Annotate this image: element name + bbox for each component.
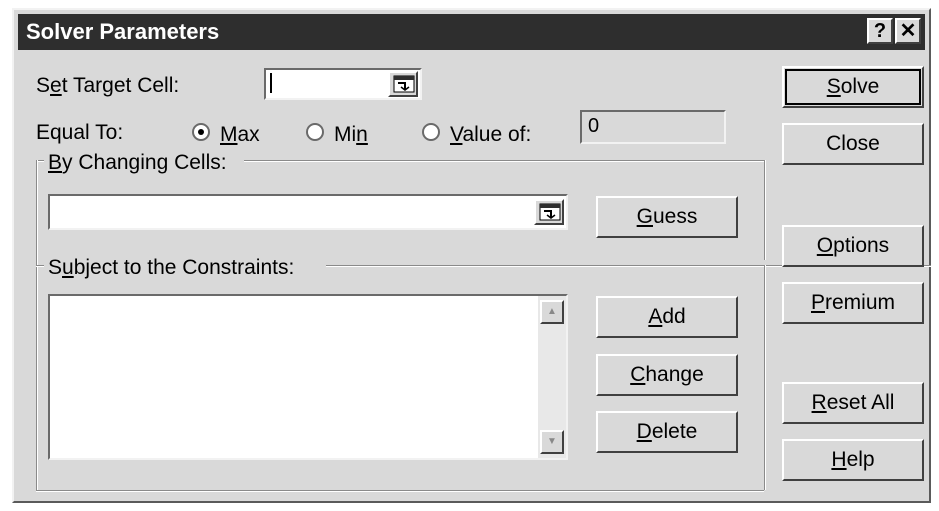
solve-button[interactable]: Solve: [782, 66, 924, 108]
equal-to-label: Equal To:: [36, 121, 124, 144]
delete-button[interactable]: Delete: [596, 411, 738, 453]
solver-parameters-dialog: Solver Parameters ? ✕ Set Target Cell: E…: [12, 8, 931, 503]
value-of-label[interactable]: Value of:: [450, 123, 531, 147]
constraints-scrollbar[interactable]: ▲ ▼: [538, 296, 566, 458]
options-button[interactable]: Options: [782, 225, 924, 267]
help-question-icon[interactable]: ?: [867, 18, 893, 44]
subject-to-constraints-label: Subject to the Constraints:: [46, 256, 297, 280]
min-label[interactable]: Min: [334, 123, 368, 147]
by-changing-cells-label: By Changing Cells:: [46, 151, 229, 175]
premium-button[interactable]: Premium: [782, 282, 924, 324]
set-target-cell-label: Set Target Cell:: [36, 74, 180, 97]
help-button[interactable]: Help: [782, 439, 924, 481]
group-border: [244, 160, 764, 162]
close-button[interactable]: Close: [782, 123, 924, 165]
title-bar[interactable]: Solver Parameters ? ✕: [18, 14, 925, 50]
changing-cells-input[interactable]: [48, 194, 568, 230]
group-border: [36, 490, 764, 492]
max-radio[interactable]: [192, 123, 210, 141]
dialog-title: Solver Parameters: [26, 19, 220, 44]
changing-cells-collapse-icon[interactable]: [534, 199, 564, 225]
scroll-down-icon[interactable]: ▼: [540, 430, 564, 454]
value-of-input[interactable]: 0: [580, 110, 726, 144]
add-button[interactable]: Add: [596, 296, 738, 338]
group-border: [36, 160, 38, 490]
value-of-radio[interactable]: [422, 123, 440, 141]
group-border: [764, 265, 766, 490]
close-icon[interactable]: ✕: [895, 18, 921, 44]
group-border: [36, 265, 44, 267]
max-label[interactable]: Max: [220, 123, 260, 147]
min-radio[interactable]: [306, 123, 324, 141]
text-caret: [270, 73, 272, 93]
group-border: [764, 160, 766, 260]
change-button[interactable]: Change: [596, 354, 738, 396]
scroll-up-icon[interactable]: ▲: [540, 300, 564, 324]
constraints-list[interactable]: ▲ ▼: [48, 294, 568, 460]
radio-selected-dot: [198, 129, 204, 135]
target-cell-collapse-icon[interactable]: [388, 71, 418, 97]
guess-button[interactable]: Guess: [596, 196, 738, 238]
reset-all-button[interactable]: Reset All: [782, 382, 924, 424]
